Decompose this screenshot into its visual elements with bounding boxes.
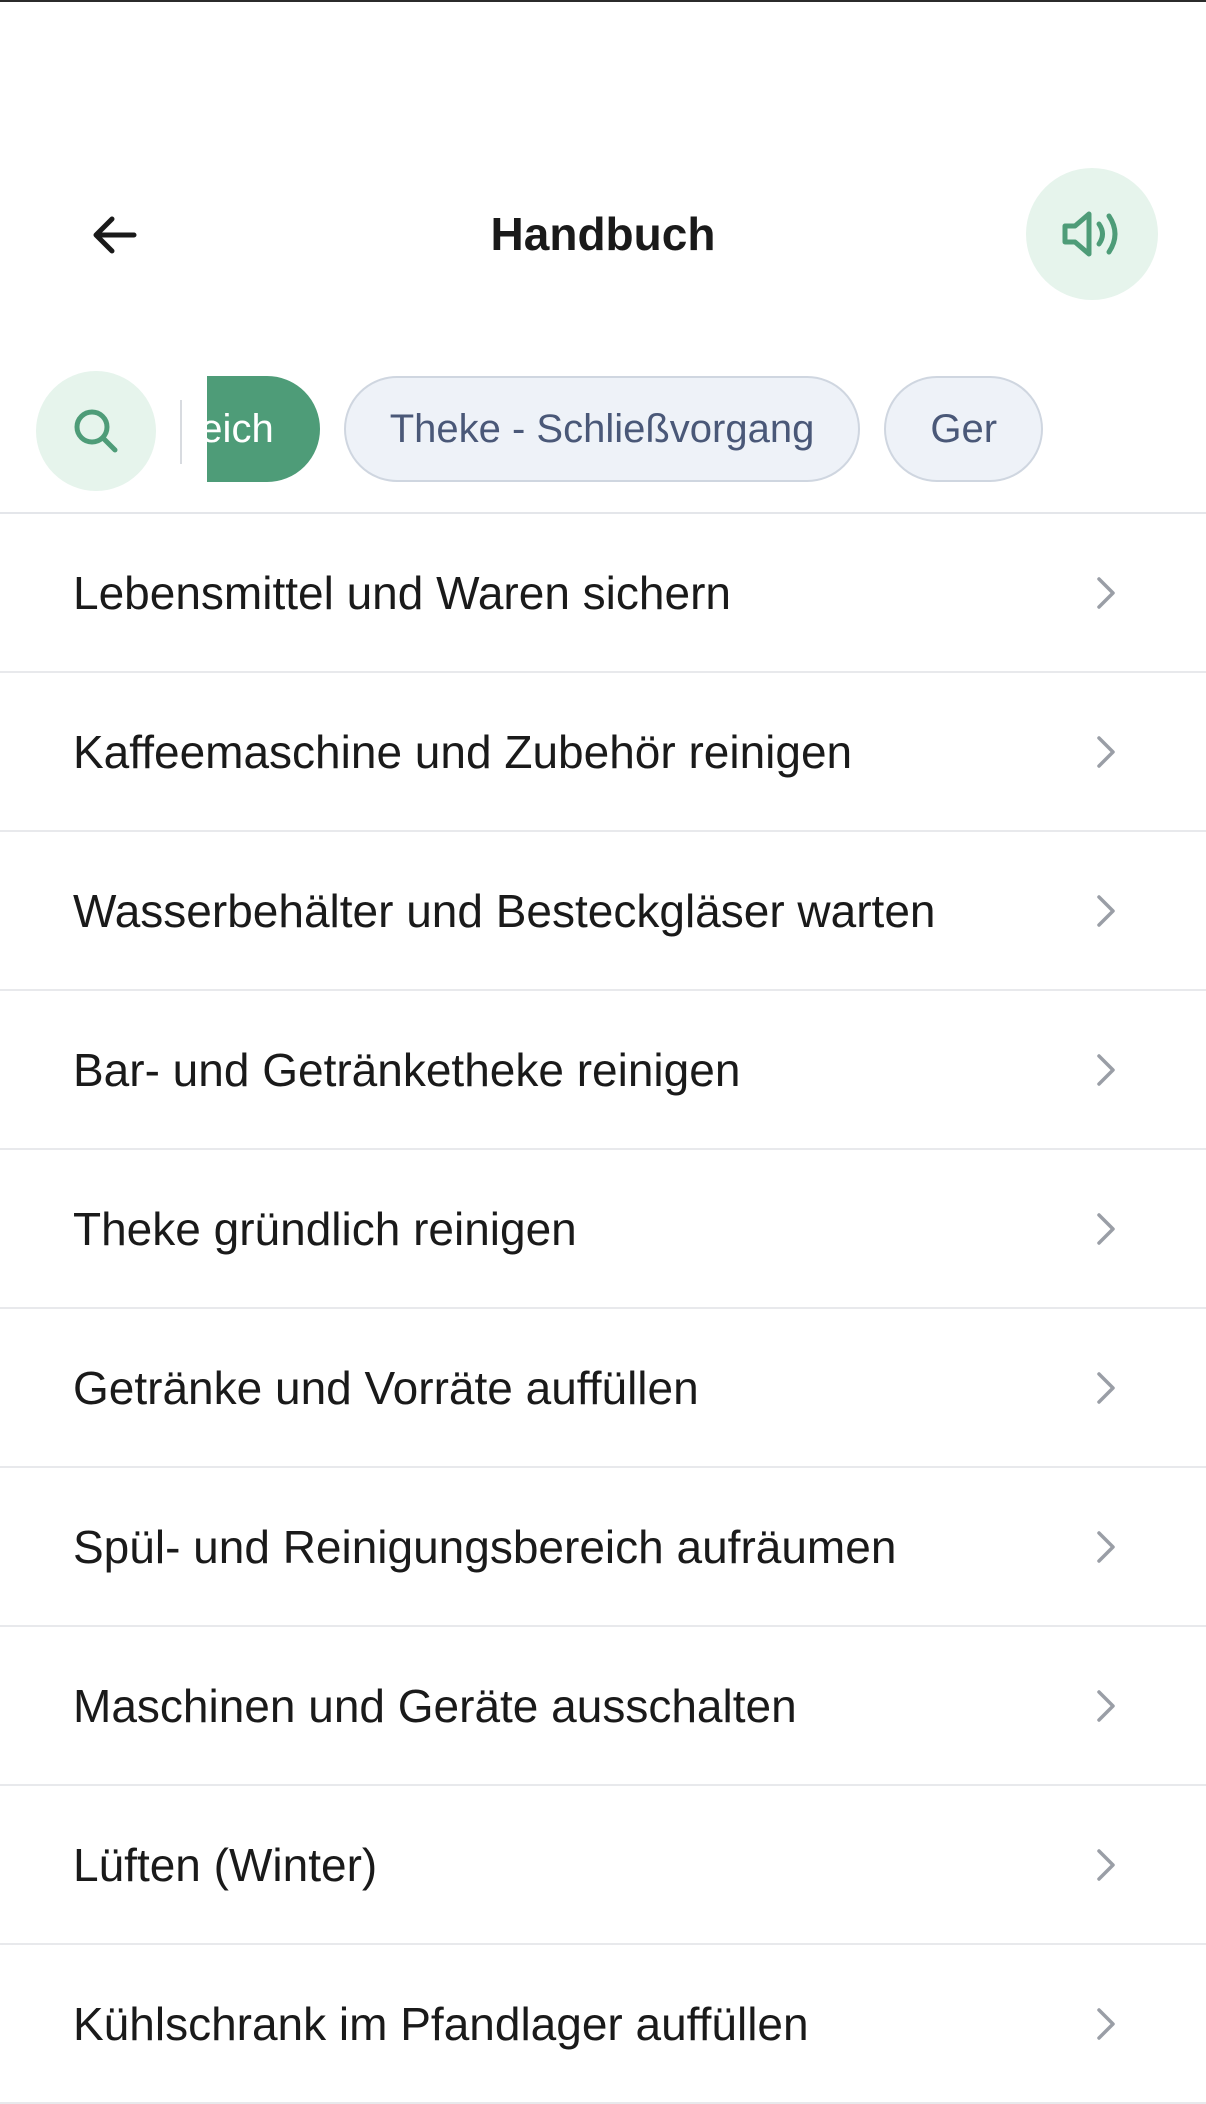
chevron-right-icon [1090, 1364, 1122, 1412]
list-item-label: Lüften (Winter) [73, 1838, 378, 1891]
list-item[interactable]: Wasserbehälter und Besteckgläser warten [0, 832, 1206, 991]
list-item-label: Theke gründlich reinigen [73, 1202, 577, 1255]
list-item[interactable]: Theke gründlich reinigen [0, 1150, 1206, 1309]
audio-button[interactable] [1026, 168, 1158, 300]
list-item-label: Kaffeemaschine und Zubehör reinigen [73, 725, 853, 778]
list-item[interactable]: Lebensmittel und Waren sichern [0, 514, 1206, 673]
filter-chip-theke-schliessvorgang[interactable]: Theke - Schließvorgang [343, 376, 861, 482]
filter-chips-track: Arbeitsbereich Theke - Schließvorgang Ge… [207, 376, 1044, 482]
list-item-label: Spül- und Reinigungsbereich aufräumen [73, 1520, 897, 1573]
list-item-label: Kühlschrank im Pfandlager auffüllen [73, 1997, 809, 2050]
chevron-right-icon [1090, 1841, 1122, 1889]
filter-chip-ger[interactable]: Ger [884, 376, 1044, 482]
list-item[interactable]: Maschinen und Geräte ausschalten [0, 1627, 1206, 1786]
chevron-right-icon [1090, 569, 1122, 617]
list-item[interactable]: Kühlschrank im Pfandlager auffüllen [0, 1945, 1206, 2104]
list-item[interactable]: Getränke und Vorräte auffüllen [0, 1309, 1206, 1468]
chevron-right-icon [1090, 887, 1122, 935]
list-item-label: Maschinen und Geräte ausschalten [73, 1679, 797, 1732]
list-item[interactable]: Bar- und Getränketheke reinigen [0, 991, 1206, 1150]
chevron-right-icon [1090, 1523, 1122, 1571]
search-button[interactable] [36, 371, 156, 491]
chevron-right-icon [1090, 1205, 1122, 1253]
top-border [0, 0, 1206, 2]
header: Handbuch [0, 160, 1206, 310]
list-item[interactable]: Lüften (Winter) [0, 1786, 1206, 1945]
filter-chips[interactable]: Arbeitsbereich Theke - Schließvorgang Ge… [207, 370, 1206, 492]
chevron-right-icon [1090, 1046, 1122, 1094]
list-item-label: Getränke und Vorräte auffüllen [73, 1361, 699, 1414]
search-icon [74, 409, 118, 453]
chevron-right-icon [1090, 728, 1122, 776]
filter-chip-arbeitsbereich[interactable]: Arbeitsbereich [207, 376, 320, 482]
list-item-label: Wasserbehälter und Besteckgläser warten [73, 884, 936, 937]
list-item-label: Lebensmittel und Waren sichern [73, 566, 731, 619]
chevron-right-icon [1090, 1682, 1122, 1730]
filter-bar: Arbeitsbereich Theke - Schließvorgang Ge… [0, 370, 1206, 492]
list-item[interactable]: Spül- und Reinigungsbereich aufräumen [0, 1468, 1206, 1627]
chevron-right-icon [1090, 2000, 1122, 2048]
list-item[interactable]: Kaffeemaschine und Zubehör reinigen [0, 673, 1206, 832]
handbook-list: Lebensmittel und Waren sichern Kaffeemas… [0, 514, 1206, 2104]
filter-divider [180, 400, 182, 464]
speaker-icon [1062, 211, 1118, 257]
list-item-label: Bar- und Getränketheke reinigen [73, 1043, 741, 1096]
